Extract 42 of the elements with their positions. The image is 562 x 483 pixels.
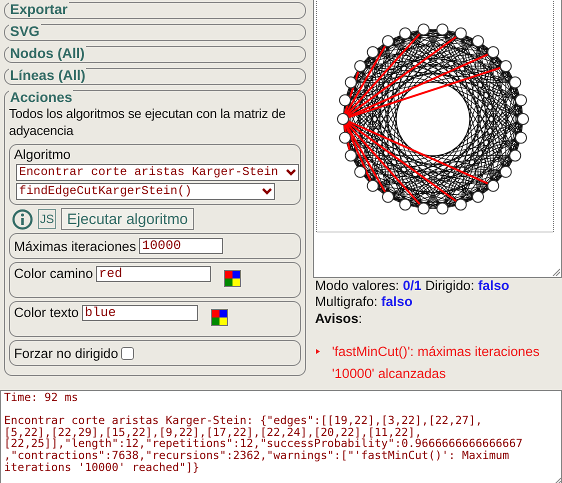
js-button[interactable]: JS — [38, 209, 56, 229]
description-text: Todos los algoritmos se ejecutan con la matriz de adyacencia — [9, 105, 287, 139]
input-field[interactable]: red — [96, 266, 211, 282]
palette-icon[interactable] — [224, 270, 241, 287]
section-legend[interactable]: Nodos (All) — [9, 46, 86, 61]
section-legend[interactable]: SVG — [9, 24, 41, 39]
algorithm-label: Algoritmo — [14, 147, 72, 163]
input-field[interactable]: 10000 — [139, 238, 224, 254]
function-select[interactable]: findEdgeCutKargerStein() — [16, 183, 275, 200]
parameter-label: Máximas iteraciones — [14, 238, 136, 254]
input-field[interactable]: blue — [82, 305, 198, 321]
output-line: iterations '10000' reached"]} — [4, 462, 200, 474]
palette-icon[interactable] — [210, 309, 228, 326]
status-label: Modo valores: — [315, 278, 400, 293]
checkbox[interactable] — [121, 346, 134, 360]
output-line: Time: 92 ms — [4, 392, 80, 404]
parameter-label: Forzar no dirigido — [14, 346, 118, 360]
resize-grip-icon[interactable] — [552, 268, 560, 276]
status-value: falso — [381, 294, 413, 309]
output-log[interactable] — [0, 390, 562, 483]
section-legend[interactable]: Líneas (All) — [9, 68, 86, 83]
parameter-label: Color texto — [14, 305, 79, 320]
bullet-icon — [316, 349, 320, 354]
run-button[interactable]: Ejecutar algoritmo — [61, 208, 194, 230]
warnings-heading: Avisos: — [314, 311, 364, 327]
status-label: Dirigido: — [425, 278, 474, 293]
output-line: Encontrar corte aristas Karger-Stein: {"edges":[[19,22],[3,22],[22,27], — [4, 415, 484, 427]
output-line: [22,25]],"length":12,"repetitions":12,"successProbability":0.9666666666666667 — [4, 438, 524, 450]
section-legend[interactable]: Exportar — [9, 2, 69, 17]
section-legend[interactable]: Acciones — [9, 90, 74, 105]
info-icon[interactable] — [12, 208, 33, 230]
resize-grip-icon[interactable] — [553, 477, 561, 483]
parameter-label: Color camino — [14, 266, 93, 281]
status-label: Multigrafo: — [315, 294, 378, 309]
algorithm-select[interactable]: Encontrar corte aristas Karger-Stein — [16, 164, 299, 181]
output-line: ,"contractions":7638,"recursions":2362,"warnings":["'fastMinCut()': Maximum — [4, 450, 510, 462]
caret-icon — [286, 169, 296, 176]
output-line: [5,22],[22,29],[15,22],[9,22],[17,22],[22,24],[20,22],[11,22], — [4, 426, 422, 438]
status-value: falso — [478, 278, 510, 293]
status-value: 0/1 — [402, 278, 422, 293]
warning-text: 'fastMinCut()': máximas iteraciones '10000' alcanzadas — [332, 343, 541, 383]
caret-icon — [262, 188, 272, 195]
